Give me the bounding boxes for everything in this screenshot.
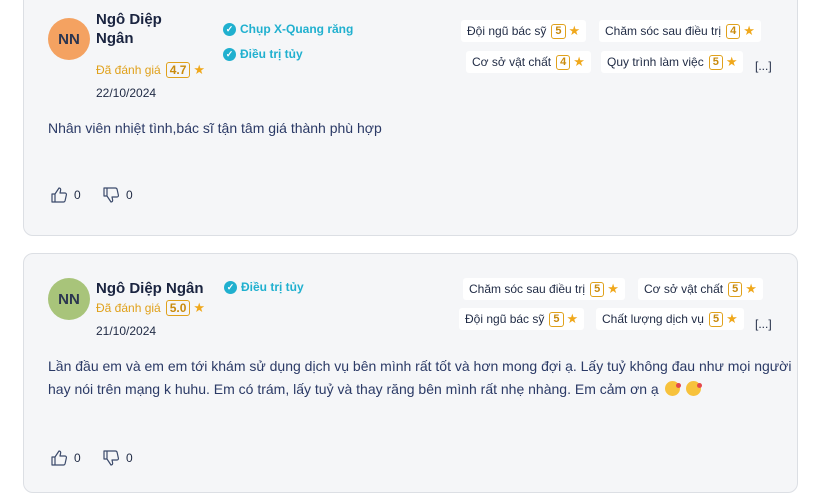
avatar: NN	[48, 278, 90, 320]
more-criteria-button[interactable]: [...]	[755, 59, 772, 73]
reviewer-name-line1: Ngô Diệp	[96, 11, 162, 28]
like-button[interactable]: 0	[50, 449, 81, 467]
star-icon: ★	[743, 23, 755, 38]
avatar-initials: NN	[58, 290, 80, 308]
review-card: NN Ngô Diệp Ngân Đã đánh giá 5.0 ★ 21/10…	[23, 253, 798, 493]
dislike-count: 0	[126, 451, 133, 465]
review-comment: Nhân viên nhiệt tình,bác sĩ tận tâm giá …	[48, 120, 382, 136]
reviewer-name: Ngô Diệp Ngân	[96, 280, 204, 297]
star-icon: ★	[726, 311, 738, 326]
criteria-rating: Chăm sóc sau điều trị 4 ★	[599, 20, 761, 42]
service-tag-label: Chụp X-Quang răng	[240, 22, 354, 36]
criteria-label: Cơ sở vật chất	[472, 55, 552, 69]
criteria-rating: Đội ngũ bác sỹ 5 ★	[459, 308, 585, 330]
dislike-button[interactable]: 0	[102, 449, 133, 467]
avatar-initials: NN	[58, 30, 80, 48]
reviewer-name-line2: Ngân	[96, 30, 134, 47]
overall-rating: Đã đánh giá 5.0 ★	[96, 300, 205, 316]
criteria-rating: Đội ngũ bác sỹ 5 ★	[461, 20, 587, 42]
service-tag-label: Điều trị tủy	[241, 280, 304, 294]
thumbs-down-icon	[103, 187, 120, 203]
rating-score: 5.0	[165, 300, 191, 316]
thumbs-down-icon	[103, 450, 120, 466]
star-icon: ★	[725, 54, 738, 69]
rated-label: Đã đánh giá	[96, 301, 161, 315]
review-comment-line1: Lần đầu em và em em tới khám sử dụng dịc…	[48, 358, 792, 374]
criteria-label: Chất lượng dịch vụ	[602, 312, 704, 326]
overall-rating: Đã đánh giá 4.7 ★	[96, 62, 205, 78]
service-tag[interactable]: ✓ Chụp X-Quang răng	[223, 22, 353, 36]
criteria-score: 4	[556, 54, 571, 70]
criteria-score: 4	[726, 23, 741, 39]
like-count: 0	[74, 451, 81, 465]
criteria-label: Chăm sóc sau điều trị	[469, 282, 586, 296]
star-icon: ★	[568, 23, 581, 38]
thumbs-up-icon	[51, 450, 68, 466]
criteria-label: Đội ngũ bác sỹ	[467, 24, 547, 38]
dislike-button[interactable]: 0	[102, 186, 133, 204]
criteria-rating: Chất lượng dịch vụ 5 ★	[596, 308, 744, 330]
star-icon: ★	[607, 281, 619, 296]
criteria-score: 5	[549, 311, 564, 327]
rated-label: Đã đánh giá	[96, 63, 161, 77]
like-button[interactable]: 0	[50, 186, 81, 204]
criteria-rating: Cơ sở vật chất 4 ★	[466, 51, 591, 73]
reviewer-name: Ngô Diệp Ngân	[96, 10, 162, 48]
star-icon: ★	[573, 54, 585, 69]
star-icon: ★	[566, 311, 579, 326]
review-comment-line2-row: hay nói trên mạng k huhu. Em có trám, lấ…	[48, 378, 791, 401]
service-tag[interactable]: ✓ Điều trị tủy	[224, 280, 304, 294]
service-tag[interactable]: ✓ Điều trị tủy	[223, 47, 303, 61]
more-criteria-button[interactable]: [...]	[755, 317, 772, 331]
check-circle-icon: ✓	[224, 280, 237, 294]
review-card: NN Ngô Diệp Ngân Đã đánh giá 4.7 ★ 22/10…	[23, 0, 798, 236]
review-comment-line2: hay nói trên mạng k huhu. Em có trám, lấ…	[48, 381, 659, 397]
face-blowing-kiss-emoji-icon	[685, 381, 702, 396]
like-count: 0	[74, 188, 81, 202]
avatar: NN	[48, 18, 90, 60]
criteria-label: Cơ sở vật chất	[644, 282, 724, 296]
review-date: 22/10/2024	[96, 86, 157, 100]
star-icon: ★	[193, 62, 206, 77]
criteria-score: 5	[551, 23, 566, 39]
criteria-score: 5	[590, 281, 605, 297]
criteria-label: Chăm sóc sau điều trị	[605, 24, 722, 38]
check-circle-icon: ✓	[223, 22, 236, 36]
criteria-rating: Cơ sở vật chất 5 ★	[638, 278, 763, 300]
criteria-rating: Quy trình làm việc 5 ★	[601, 51, 744, 73]
criteria-label: Đội ngũ bác sỹ	[465, 312, 545, 326]
criteria-score: 5	[728, 281, 743, 297]
criteria-score: 5	[708, 311, 724, 327]
rating-score: 4.7	[165, 62, 191, 78]
criteria-rating: Chăm sóc sau điều trị 5 ★	[463, 278, 625, 300]
check-circle-icon: ✓	[223, 47, 236, 61]
criteria-label: Quy trình làm việc	[607, 55, 704, 69]
star-icon: ★	[745, 281, 757, 296]
dislike-count: 0	[126, 188, 133, 202]
review-comment: Lần đầu em và em em tới khám sử dụng dịc…	[48, 355, 791, 401]
criteria-score: 5	[708, 54, 723, 70]
face-blowing-kiss-emoji-icon	[664, 381, 681, 396]
thumbs-up-icon	[51, 187, 68, 203]
review-date: 21/10/2024	[96, 324, 157, 338]
star-icon: ★	[193, 300, 206, 315]
service-tag-label: Điều trị tủy	[240, 47, 303, 61]
